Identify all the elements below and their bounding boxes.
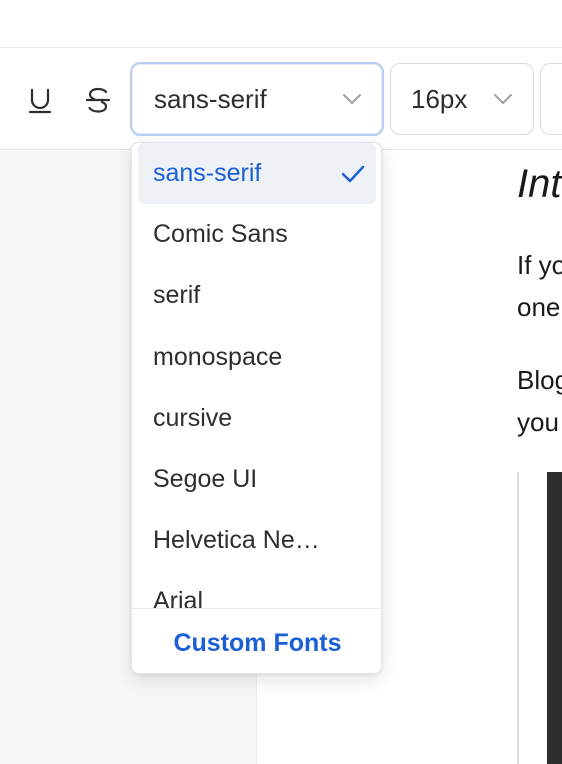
option-label: Segoe UI [153,465,258,493]
paragraph-line: one [517,292,561,322]
option-label: serif [153,281,201,309]
font-option-serif[interactable]: serif [138,265,376,326]
font-size-value: 16px [411,84,468,114]
paragraph: If yo one [517,244,562,328]
dropdown-footer: Custom Fonts [132,608,381,673]
paragraph-line: you [517,407,559,437]
check-icon [340,163,366,185]
chevron-down-icon [342,91,362,107]
font-options-list[interactable]: sans-serif Comic Sans serif monospace cu… [132,143,381,609]
font-option-monospace[interactable]: monospace [138,327,376,388]
font-option-segoe-ui[interactable]: Segoe UI [138,449,376,510]
font-option-sans-serif[interactable]: sans-serif [138,143,376,204]
font-option-cursive[interactable]: cursive [138,388,376,449]
option-label: sans-serif [153,159,262,187]
option-label: monospace [153,343,283,371]
paragraph-line: Blog [517,365,562,395]
font-family-value: sans-serif [154,84,267,114]
font-family-select[interactable]: sans-serif [130,62,384,136]
font-family-dropdown: sans-serif Comic Sans serif monospace cu… [131,142,382,674]
custom-fonts-button[interactable]: Custom Fonts [132,609,381,673]
option-label: cursive [153,404,233,432]
font-size-select[interactable]: 16px [390,63,534,135]
option-label: Arial [153,587,204,609]
toolbar-next-select[interactable] [540,63,562,135]
font-option-comic-sans[interactable]: Comic Sans [138,204,376,265]
code-block [517,472,562,764]
paragraph: Blog you [517,359,562,443]
chevron-down-icon [493,91,513,107]
option-label: Comic Sans [153,220,288,248]
top-bar [0,0,562,48]
paragraph-line: If yo [517,250,562,280]
underline-icon[interactable] [26,86,54,114]
code-block-content [547,472,562,764]
option-label: Helvetica Ne… [153,526,320,554]
font-option-helvetica-neue[interactable]: Helvetica Ne… [138,510,376,571]
strikethrough-icon[interactable] [84,86,112,114]
font-option-arial[interactable]: Arial [138,571,376,609]
document-heading: Int [517,162,562,206]
